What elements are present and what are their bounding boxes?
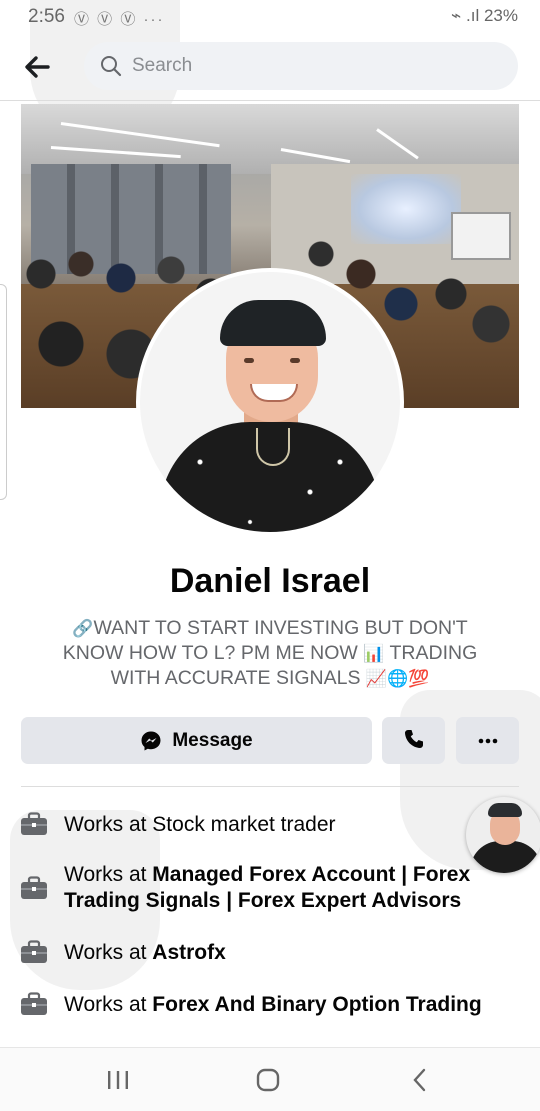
avatar-cap [220,300,326,346]
avatar-eye [290,358,300,363]
avatar-eye [244,358,254,363]
work-prefix: Works at [64,863,153,886]
messenger-icon [141,731,161,750]
navigation-bar [0,1047,540,1111]
search-header [0,40,540,92]
search-icon [101,56,122,77]
work-prefix: Works at [64,941,153,964]
status-indicators: ⌁ .ıl 23% [451,6,518,26]
home-icon [256,1068,280,1092]
header-divider [0,100,540,101]
recent-apps-button[interactable] [98,1062,138,1098]
search-input[interactable] [132,42,502,90]
work-place[interactable]: Forex And Binary Option Trading [152,993,481,1016]
call-button[interactable] [382,717,445,764]
work-place[interactable]: Astrofx [152,941,226,964]
battery-percent: 23% [483,6,518,25]
profile-picture[interactable] [136,268,404,536]
work-text: Works at Managed Forex Account | Forex T… [64,862,504,914]
status-bar: 2:56 Ⓥ Ⓥ Ⓥ ··· ⌁ .ıl 23% [0,0,540,34]
recent-apps-icon [108,1071,128,1089]
chat-head-cap [488,803,522,817]
work-text: Works at Forex And Binary Option Trading [64,992,504,1018]
avatar-necklace [256,428,290,466]
work-prefix: Works at [64,813,153,836]
briefcase-icon [21,876,47,899]
bio-line-3: WITH ACCURATE SIGNALS [110,667,361,689]
phone-icon [404,730,423,748]
work-prefix: Works at [64,993,153,1016]
bio-line-1: WANT TO START INVESTING BUT DON'T [93,617,468,639]
chat-head-bubble[interactable] [466,797,540,873]
signal-icon: ⌁ .ıl [451,6,480,25]
edge-panel-handle[interactable] [0,284,7,500]
briefcase-icon [21,812,47,835]
work-text: Works at Stock market trader [64,812,504,838]
message-button[interactable]: Message [21,717,372,764]
trend-emoji: 📈 [365,669,388,688]
link-emoji: 🔗 [72,619,94,638]
ellipsis-icon [478,738,497,744]
work-text: Works at Astrofx [64,940,504,966]
globe-emoji: 🌐 [387,669,409,688]
work-place: Stock market trader [152,813,336,836]
back-nav-button[interactable] [400,1062,440,1098]
notification-icons: Ⓥ Ⓥ Ⓥ ··· [74,11,165,28]
message-label: Message [172,729,253,751]
bio-line-2: KNOW HOW TO L? PM ME NOW [62,642,358,664]
profile-bio: 🔗WANT TO START INVESTING BUT DON'T KNOW … [50,616,490,691]
chevron-left-icon [413,1068,426,1092]
search-bar[interactable] [84,42,518,90]
chat-head-shirt [470,841,540,873]
section-divider [21,786,519,787]
bio-line-2-suffix: TRADING [389,642,478,664]
status-time: 2:56 [28,6,65,27]
back-arrow-icon [25,56,50,78]
back-button[interactable] [20,50,54,84]
more-options-button[interactable] [456,717,519,764]
home-button[interactable] [248,1062,288,1098]
briefcase-icon [21,992,47,1015]
briefcase-icon [21,940,47,963]
chart-emoji: 📊 [363,644,385,663]
hundred-emoji: 💯 [408,669,430,688]
profile-name: Daniel Israel [169,562,371,600]
